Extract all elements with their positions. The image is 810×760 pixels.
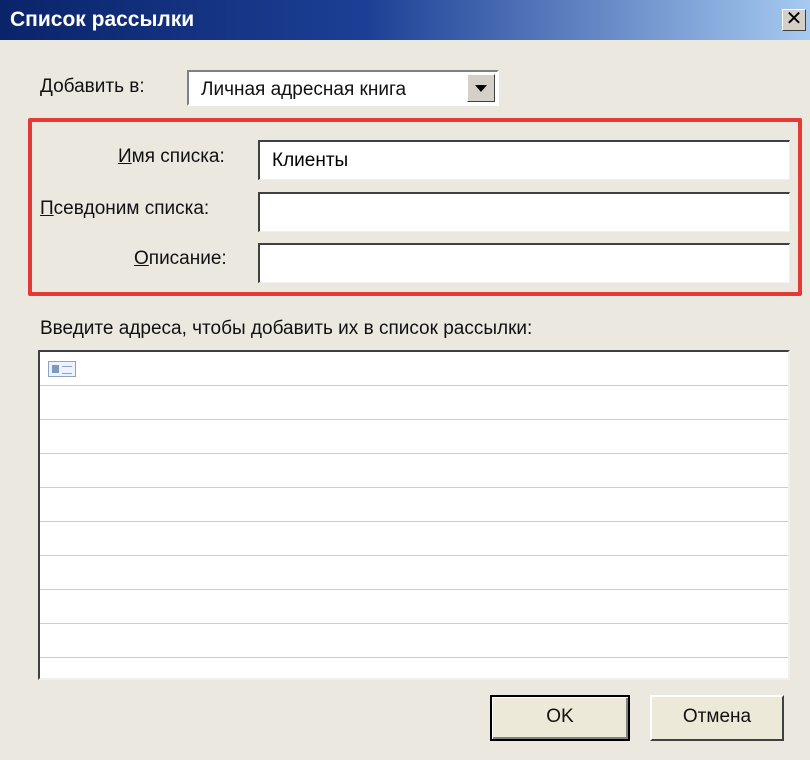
add-to-dropdown[interactable]: Личная адресная книга	[187, 70, 499, 106]
description-label: Описание:	[134, 248, 227, 269]
contact-card-icon[interactable]	[48, 361, 76, 377]
address-row[interactable]	[40, 590, 788, 624]
ok-button[interactable]: OK	[490, 695, 630, 741]
close-button[interactable]: ✕	[782, 9, 806, 31]
close-icon: ✕	[785, 8, 803, 30]
address-row[interactable]	[40, 420, 788, 454]
list-alias-input[interactable]	[258, 192, 790, 232]
add-to-selected-value: Личная адресная книга	[201, 79, 407, 100]
list-name-label: Имя списка:	[118, 146, 225, 167]
description-input[interactable]	[258, 243, 790, 283]
address-row[interactable]	[40, 352, 788, 386]
dropdown-arrow-icon[interactable]	[467, 74, 495, 102]
address-list[interactable]	[38, 350, 790, 680]
address-row[interactable]	[40, 522, 788, 556]
address-row[interactable]	[40, 454, 788, 488]
address-row[interactable]	[40, 488, 788, 522]
list-alias-label: Псевдоним списка:	[40, 198, 210, 219]
dialog-title: Список рассылки	[10, 8, 195, 31]
address-row[interactable]	[40, 556, 788, 590]
address-row[interactable]	[40, 658, 788, 678]
address-row[interactable]	[40, 624, 788, 658]
list-name-input[interactable]	[258, 140, 790, 180]
address-row[interactable]	[40, 386, 788, 420]
title-bar: Список рассылки ✕	[0, 0, 810, 40]
addresses-prompt: Введите адреса, чтобы добавить их в спис…	[40, 318, 533, 339]
cancel-button[interactable]: Отмена	[650, 695, 784, 741]
add-to-label: Добавить в:	[40, 76, 145, 97]
